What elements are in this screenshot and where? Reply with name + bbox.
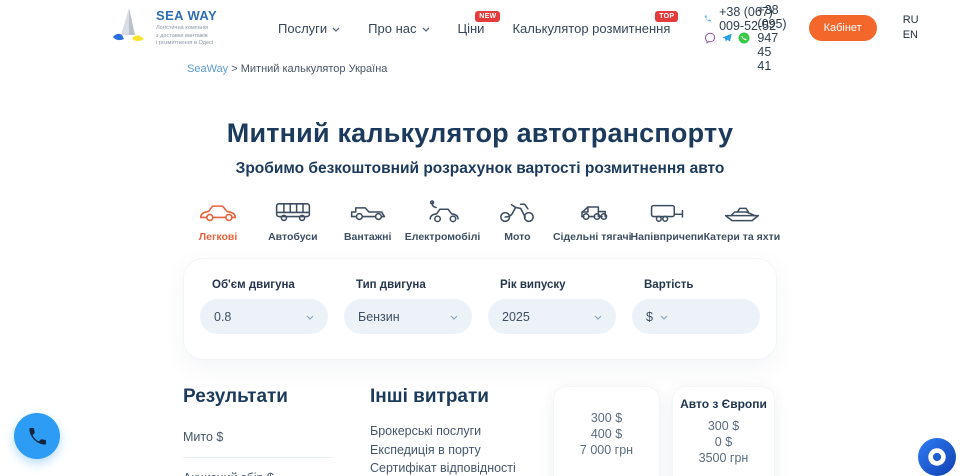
truck-icon (348, 200, 388, 224)
logo-subtitle: Логістична компанія з доставки вантажів … (156, 25, 217, 48)
engine-type-select[interactable]: Бензин (344, 299, 472, 334)
cost-card-title: Авто з Європи (673, 397, 774, 411)
hero: Митний калькулятор автотранспорту Зробим… (183, 118, 777, 178)
new-badge: NEW (475, 11, 500, 22)
viber-icon[interactable] (704, 32, 716, 44)
seaway-sail-icon (108, 5, 150, 52)
cost-value: 300 $ (673, 418, 774, 434)
field-label: Вартість (644, 279, 760, 291)
field-label: Тип двигуна (356, 279, 472, 291)
phone-icon (704, 12, 712, 25)
cost-currency-select[interactable]: $ (632, 299, 760, 334)
telegram-icon[interactable] (721, 32, 733, 44)
logo-title: SEA WAY (156, 8, 217, 23)
tab-motorcycles[interactable]: Мото (482, 200, 552, 243)
cost-card-europe: Авто з Європи 300 $ 0 $ 3500 грн (672, 386, 775, 476)
page-subtitle: Зробимо безкоштовний розрахунок вартості… (183, 160, 777, 178)
lang-ru[interactable]: RU (903, 13, 919, 28)
trailer-icon (647, 200, 687, 224)
chat-bubble-icon (926, 446, 948, 468)
calculator-form: Об'єм двигуна 0.8 Тип двигуна Бензин Рік… (183, 258, 777, 360)
phone-number-secondary[interactable]: +38 (095) 947 45 41 (757, 3, 786, 73)
page-title: Митний калькулятор автотранспорту (183, 118, 777, 149)
results-column: Результати Мито $ Акцизний збір $ (183, 386, 333, 476)
top-badge: TOP (655, 11, 678, 22)
header-contacts: +38 (067) 009-52-52 +38 (095) 947 45 41 (704, 8, 786, 48)
tab-electric-cars[interactable]: Електромобілі (408, 200, 478, 243)
field-year: Рік випуску 2025 (488, 279, 616, 334)
chat-widget-button[interactable] (918, 438, 956, 476)
language-switcher: RU EN (903, 13, 919, 43)
car-icon (198, 200, 238, 224)
main-nav: Послуги Про нас Ціни NEW Калькулятор роз… (278, 21, 670, 36)
other-expenses-title: Інші витрати (370, 386, 542, 408)
field-label: Об'єм двигуна (212, 279, 328, 291)
whatsapp-icon[interactable] (738, 32, 750, 44)
chevron-down-icon (332, 27, 340, 32)
yacht-icon (722, 200, 762, 224)
field-cost: Вартість $ (632, 279, 760, 334)
tab-boats-yachts[interactable]: Катери та яхти (707, 200, 777, 243)
nav-item-about[interactable]: Про нас (368, 21, 429, 36)
cost-value: 3500 грн (673, 450, 774, 466)
chevron-down-icon (450, 315, 458, 320)
chevron-down-icon (594, 315, 602, 320)
field-engine-volume: Об'єм двигуна 0.8 (200, 279, 328, 334)
breadcrumb: SeaWay > Митний калькулятор Україна (183, 63, 777, 75)
expense-item: Сертифікат відповідності стандартам (370, 459, 542, 476)
lang-en[interactable]: EN (903, 28, 919, 43)
result-duty: Мито $ (183, 422, 333, 458)
tab-semi-trucks[interactable]: Сідельні тягачі (557, 200, 627, 243)
breadcrumb-separator: > (231, 63, 237, 75)
results-title: Результати (183, 386, 333, 408)
chevron-down-icon (660, 315, 668, 320)
cost-value: 300 $ (554, 410, 659, 426)
cost-value: 0 $ (673, 434, 774, 450)
nav-item-prices[interactable]: Ціни NEW (458, 21, 485, 36)
phone-icon (27, 426, 48, 447)
field-engine-type: Тип двигуна Бензин (344, 279, 472, 334)
tab-semi-trailers[interactable]: Напівпричепи (632, 200, 702, 243)
cost-value: 7 000 грн (554, 442, 659, 458)
logo[interactable]: SEA WAY Логістична компанія з доставки в… (108, 5, 230, 52)
expense-item: Експедиція в порту (370, 441, 542, 460)
other-expenses-column: Інші витрати Брокерські послуги Експедиц… (370, 386, 542, 476)
nav-item-customs-calculator[interactable]: Калькулятор розмитнення TOP (512, 21, 670, 36)
motorcycle-icon (497, 200, 537, 224)
cabinet-button[interactable]: Кабінет (809, 15, 877, 41)
field-label: Рік випуску (500, 279, 616, 291)
vehicle-tabs: Легкові Автобуси Вантажні Еле (183, 200, 777, 243)
tab-cars[interactable]: Легкові (183, 200, 253, 243)
logo-text: SEA WAY Логістична компанія з доставки в… (156, 8, 217, 48)
expense-item: Брокерські послуги (370, 422, 542, 441)
electric-car-icon (423, 200, 463, 224)
floating-call-button[interactable] (14, 413, 60, 459)
results-section: Результати Мито $ Акцизний збір $ Інші в… (183, 386, 777, 476)
chevron-down-icon (306, 315, 314, 320)
semi-truck-icon (572, 200, 612, 224)
chevron-down-icon (422, 27, 430, 32)
engine-volume-select[interactable]: 0.8 (200, 299, 328, 334)
bus-icon (273, 200, 313, 224)
cost-value: 400 $ (554, 426, 659, 442)
cost-card-general: 300 $ 400 $ 7 000 грн (553, 386, 660, 476)
breadcrumb-current: Митний калькулятор Україна (241, 63, 388, 75)
nav-item-services[interactable]: Послуги (278, 21, 340, 36)
breadcrumb-home-link[interactable]: SeaWay (187, 63, 228, 75)
tab-trucks[interactable]: Вантажні (333, 200, 403, 243)
header: SEA WAY Логістична компанія з доставки в… (0, 0, 960, 56)
year-select[interactable]: 2025 (488, 299, 616, 334)
tab-buses[interactable]: Автобуси (258, 200, 328, 243)
result-excise: Акцизний збір $ (183, 463, 333, 476)
